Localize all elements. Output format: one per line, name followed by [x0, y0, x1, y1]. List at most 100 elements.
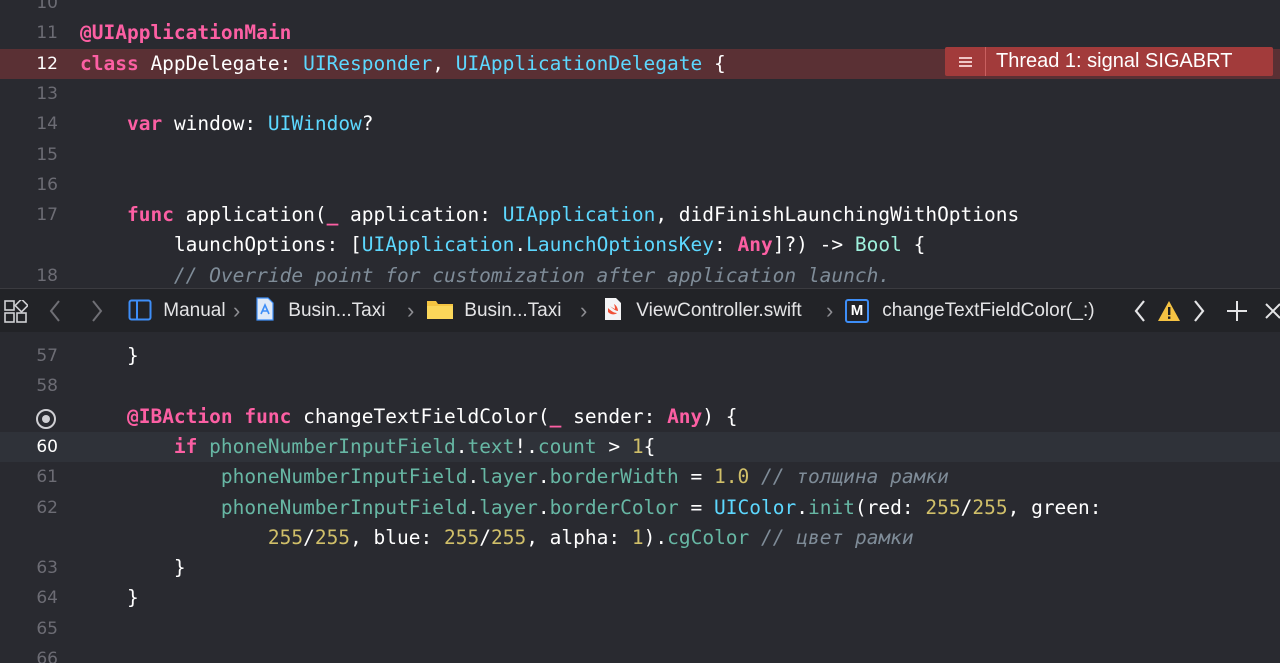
line-number[interactable]: 57 — [0, 341, 58, 371]
menu-lines-icon[interactable] — [945, 47, 986, 76]
code-text[interactable]: class AppDelegate: UIResponder, UIApplic… — [80, 49, 726, 79]
line-number[interactable]: 60 — [0, 432, 58, 462]
breadcrumb-separator-icon: › — [233, 298, 241, 323]
code-line[interactable]: 15 — [0, 140, 1280, 170]
next-issue-chevron-icon[interactable] — [1192, 289, 1206, 333]
code-line[interactable]: 66 — [0, 644, 1280, 663]
code-text[interactable]: @IBAction func changeTextFieldColor(_ se… — [80, 402, 738, 432]
code-text[interactable]: if phoneNumberInputField.text!.count > 1… — [80, 432, 655, 462]
code-line[interactable]: 58 — [0, 371, 1280, 401]
method-breadcrumb[interactable]: M changeTextFieldColor(_:) — [845, 289, 1095, 333]
code-line[interactable]: 65 — [0, 614, 1280, 644]
line-number[interactable]: 15 — [0, 140, 58, 170]
code-line[interactable]: launchOptions: [UIApplication.LaunchOpti… — [0, 230, 1280, 260]
code-token: ). — [643, 525, 668, 549]
top-editor-pane[interactable]: 10 11 @UIApplicationMain 12 class AppDelegat… — [0, 0, 1280, 288]
bottom-editor-pane[interactable]: 57 } 58 @IBAction func changeTextFieldCol… — [0, 332, 1280, 663]
code-text[interactable]: } — [80, 553, 186, 583]
method-label: changeTextFieldColor(_:) — [882, 300, 1095, 321]
line-number[interactable]: 65 — [0, 614, 58, 644]
line-number[interactable]: 63 — [0, 553, 58, 583]
code-token: layer — [479, 495, 538, 519]
jump-bar: Manual › Busin...Taxi › Busin...Taxi › V… — [0, 288, 1280, 334]
code-line[interactable]: 61 phoneNumberInputField.layer.borderWid… — [0, 462, 1280, 492]
line-number[interactable]: 16 — [0, 170, 58, 200]
line-number[interactable]: 11 — [0, 18, 58, 48]
code-token: : — [713, 233, 738, 257]
code-token: Any — [737, 233, 773, 257]
code-text[interactable]: } — [80, 583, 139, 613]
code-token: 255 — [490, 525, 527, 549]
code-line[interactable]: 60 if phoneNumberInputField.text!.count … — [0, 431, 1280, 462]
code-token: AppDelegate: — [138, 51, 304, 75]
code-token: , blue: — [350, 525, 444, 549]
line-number[interactable]: 13 — [0, 79, 58, 109]
code-line[interactable]: 11 @UIApplicationMain — [0, 18, 1280, 48]
code-token: (red: — [854, 495, 926, 519]
code-text[interactable]: func application(_ application: UIApplic… — [80, 200, 1019, 230]
code-text[interactable]: // Override point for customization afte… — [80, 261, 890, 288]
code-text[interactable]: phoneNumberInputField.layer.borderWidth … — [80, 462, 949, 492]
code-line[interactable]: 62 phoneNumberInputField.layer.borderCol… — [0, 493, 1280, 523]
line-number[interactable]: 62 — [0, 493, 58, 523]
forward-chevron-icon[interactable] — [90, 289, 104, 333]
add-editor-icon[interactable] — [1226, 289, 1248, 333]
code-text[interactable]: launchOptions: [UIApplication.LaunchOpti… — [80, 230, 925, 260]
code-token: > — [596, 434, 632, 458]
back-chevron-icon[interactable] — [48, 289, 62, 333]
manual-breadcrumb[interactable]: Manual — [128, 289, 226, 333]
code-text[interactable]: var window: UIWindow? — [80, 109, 374, 139]
code-token: Any — [667, 404, 703, 428]
code-line[interactable]: 14 var window: UIWindow? — [0, 109, 1280, 139]
method-badge-icon: M — [845, 299, 869, 323]
previous-issue-chevron-icon[interactable] — [1133, 289, 1147, 333]
breadcrumb-separator-icon: › — [826, 298, 834, 323]
line-number[interactable]: 12 — [0, 49, 58, 79]
project-breadcrumb[interactable]: Busin...Taxi — [255, 289, 385, 333]
code-token: // Override point for customization afte… — [80, 263, 891, 287]
code-line[interactable]: 17 func application(_ application: UIApp… — [0, 200, 1280, 230]
code-line[interactable]: 16 — [0, 170, 1280, 200]
code-line[interactable]: 57 } — [0, 341, 1280, 371]
code-token: . — [467, 495, 480, 519]
code-line[interactable]: 18 // Override point for customization a… — [0, 261, 1280, 288]
code-text[interactable]: phoneNumberInputField.layer.borderColor … — [80, 493, 1102, 523]
code-line[interactable]: 63 } — [0, 553, 1280, 583]
error-annotation-badge[interactable]: Thread 1: signal SIGABRT — [945, 47, 1273, 76]
warning-icon[interactable] — [1157, 289, 1181, 333]
code-text[interactable]: } — [80, 341, 139, 371]
code-line[interactable]: @IBAction func changeTextFieldColor(_ se… — [0, 402, 1280, 432]
code-token: { — [702, 51, 726, 75]
code-token: var — [126, 112, 163, 136]
code-token: text — [467, 434, 515, 458]
code-token: // цвет рамки — [761, 525, 914, 549]
line-number[interactable]: 58 — [0, 371, 58, 401]
group-breadcrumb[interactable]: Busin...Taxi — [426, 289, 561, 333]
code-token: application( — [173, 203, 327, 227]
code-token: count — [537, 434, 597, 458]
code-line[interactable]: 255/255, blue: 255/255, alpha: 1).cgColo… — [0, 523, 1280, 553]
swift-file-icon — [605, 298, 621, 320]
ib-connection-icon[interactable] — [36, 408, 56, 429]
related-items-icon[interactable] — [4, 290, 29, 334]
code-text[interactable]: 255/255, blue: 255/255, alpha: 1).cgColo… — [80, 523, 914, 553]
code-text[interactable]: @UIApplicationMain — [80, 18, 291, 48]
close-editor-icon[interactable] — [1264, 289, 1280, 333]
code-line[interactable]: 64 } — [0, 583, 1280, 613]
code-token: , didFinishLaunchingWithOptions — [655, 203, 1020, 227]
line-number[interactable]: 14 — [0, 109, 58, 139]
line-number[interactable]: 61 — [0, 462, 58, 492]
line-number[interactable]: 17 — [0, 200, 58, 230]
line-number[interactable]: 18 — [0, 261, 58, 288]
line-number[interactable]: 66 — [0, 644, 58, 663]
code-token: / — [303, 525, 315, 549]
file-breadcrumb[interactable]: ViewController.swift — [603, 289, 802, 333]
code-line[interactable]: 13 — [0, 79, 1280, 109]
code-line[interactable]: 10 — [0, 0, 1280, 18]
line-number[interactable]: 64 — [0, 583, 58, 613]
line-number[interactable]: 10 — [0, 0, 58, 18]
